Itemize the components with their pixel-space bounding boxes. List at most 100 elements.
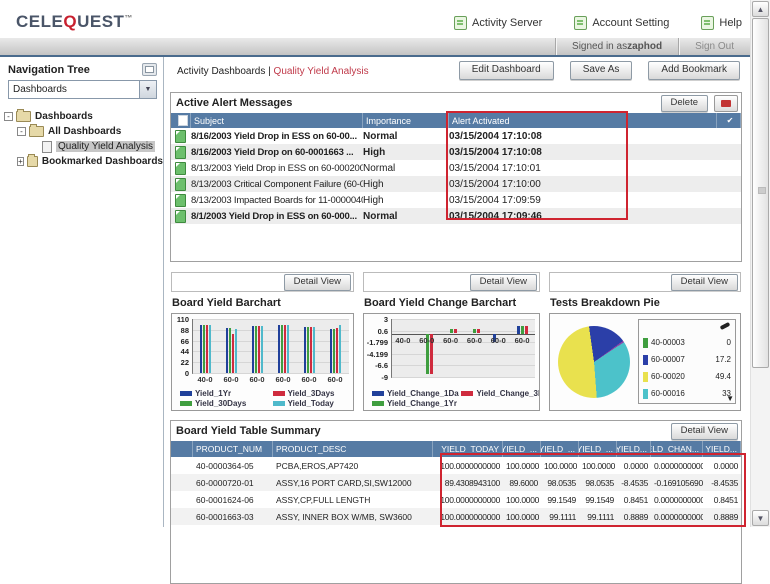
breadcrumb-current: Quality Yield Analysis	[274, 66, 369, 77]
summary-cell: 0.0000000000	[651, 512, 703, 522]
scroll-up-icon[interactable]: ▲	[752, 1, 769, 17]
select-all-column-header[interactable]: ✔	[717, 113, 741, 128]
x-tick-label: 60-0	[486, 336, 510, 345]
alert-row[interactable]: 8/16/2003 Yield Drop in ESS on 60-00...N…	[171, 128, 741, 144]
edit-dashboard-button[interactable]: Edit Dashboard	[459, 61, 554, 80]
summary-cell: ASSY,CP,FULL LENGTH	[273, 495, 433, 505]
alert-icon-cell	[171, 210, 191, 223]
gridline	[392, 354, 535, 355]
save-as-button[interactable]: Save As	[570, 61, 633, 80]
breadcrumb-root[interactable]: Activity Dashboards	[177, 66, 265, 77]
x-tick-label: 60-0	[463, 336, 487, 345]
summary-column-header[interactable]: YIELD_TODAY	[433, 441, 503, 457]
summary-column-header[interactable]: YIELD...	[617, 441, 651, 457]
bar	[209, 325, 211, 373]
account-setting-link[interactable]: Account Setting	[574, 16, 669, 30]
alert-row[interactable]: 8/13/2003 Yield Drop in ESS on 60-000200…	[171, 160, 741, 176]
alert-message-icon	[175, 210, 186, 223]
scroll-down-icon[interactable]: ▼	[752, 510, 769, 526]
legend-label: Yield_Change_1Yr	[387, 399, 457, 408]
detail-bar: Detail View	[171, 272, 354, 292]
tree-mode-dropdown[interactable]: Dashboards ▼	[8, 80, 157, 99]
summary-cell: 0.0000000000	[651, 495, 703, 505]
alert-row[interactable]: 8/13/2003 Impacted Boards for 11-0000040…	[171, 192, 741, 208]
summary-cell: 99.1111	[541, 512, 579, 522]
vertical-scrollbar[interactable]: ▲ ▼	[750, 0, 770, 527]
detail-view-button[interactable]: Detail View	[671, 274, 738, 291]
tree-item[interactable]: +Bookmarked Dashboards	[0, 154, 163, 169]
subject-column-header[interactable]: Subject	[191, 113, 363, 128]
bar	[252, 326, 254, 373]
summary-row[interactable]: 60-0000720-01ASSY,16 PORT CARD,SI,SW1200…	[171, 474, 741, 491]
alert-row[interactable]: 8/13/2003 Critical Component Failure (60…	[171, 176, 741, 192]
summary-cell: 89.6000	[503, 478, 541, 488]
pie-legend-item[interactable]: 60-0001633	[640, 385, 734, 402]
summary-cell: 100.0000	[503, 461, 541, 471]
summary-column-header[interactable]: YIELD_CHAN...	[651, 441, 703, 457]
alert-row[interactable]: 8/1/2003 Yield Drop in ESS on 60-000...N…	[171, 208, 741, 224]
summary-cell: 89.4308943100	[433, 478, 503, 488]
legend-item: Yield_Change_1Yr	[372, 399, 459, 408]
minimize-icon	[721, 100, 731, 107]
chevron-down-icon[interactable]: ▼	[139, 81, 156, 98]
gridline	[193, 373, 349, 374]
chart-plot-area	[192, 319, 349, 374]
expand-icon[interactable]: +	[17, 157, 24, 166]
pie-legend-item[interactable]: 60-0000717.2	[640, 351, 734, 368]
bar	[261, 326, 263, 373]
bar	[232, 334, 234, 373]
importance-column-header[interactable]: Importance	[363, 113, 449, 128]
summary-column-header[interactable]: YIELD_...	[503, 441, 541, 457]
activity-server-link[interactable]: Activity Server	[454, 16, 542, 30]
detail-view-button[interactable]: Detail View	[284, 274, 351, 291]
add-bookmark-button[interactable]: Add Bookmark	[648, 61, 740, 80]
detail-view-button[interactable]: Detail View	[470, 274, 537, 291]
summary-column-header[interactable]: PRODUCT_DESC	[273, 441, 433, 457]
tree-item[interactable]: -All Dashboards	[0, 124, 163, 139]
legend-tool-icon[interactable]	[720, 322, 731, 330]
alert-importance: Normal	[363, 131, 449, 142]
summary-column-header[interactable]: PRODUCT_NUM	[193, 441, 273, 457]
pie-legend-item[interactable]: 40-000030	[640, 334, 734, 351]
summary-row[interactable]: 60-0001663-03ASSY, INNER BOX W/MB, SW360…	[171, 508, 741, 525]
summary-row[interactable]: 40-0000364-05PCBA,EROS,AP7420100.0000000…	[171, 457, 741, 474]
bar	[226, 328, 228, 373]
alert-subject: 8/13/2003 Yield Drop in ESS on 60-000200…	[191, 163, 363, 174]
detail-bar: Detail View	[363, 272, 540, 292]
pie-legend-item[interactable]: 60-0002049.4	[640, 368, 734, 385]
alert-type-column-header[interactable]	[171, 113, 191, 128]
summary-cell: 100.0000	[541, 461, 579, 471]
sign-out-button[interactable]: Sign Out	[678, 38, 750, 55]
summary-row[interactable]: 60-0001624-06ASSY,CP,FULL LENGTH100.0000…	[171, 491, 741, 508]
summary-column-header[interactable]: YIELD_...	[541, 441, 579, 457]
summary-column-header[interactable]: YIELD...	[703, 441, 741, 457]
bar	[281, 325, 283, 373]
legend-scroll-down-icon[interactable]: ▼	[726, 394, 734, 403]
help-link[interactable]: Help	[701, 16, 742, 30]
bar	[307, 327, 309, 373]
collapse-icon[interactable]: -	[4, 112, 13, 121]
legend-value: 49.4	[715, 372, 731, 381]
collapse-panel-button[interactable]	[714, 95, 738, 112]
x-tick-label: 60-0	[322, 375, 348, 384]
legend-item: Yield_1Yr	[180, 389, 271, 398]
alert-row[interactable]: 8/16/2003 Yield Drop on 60-0001663 ...Hi…	[171, 144, 741, 160]
summary-column-header[interactable]: YIELD_...	[579, 441, 617, 457]
y-tick-label: 0.6	[364, 327, 388, 336]
sign-out-label: Sign Out	[695, 41, 734, 52]
tree-item[interactable]: -Dashboards	[0, 109, 163, 124]
detail-view-button[interactable]: Detail View	[671, 423, 738, 440]
board-yield-barchart: 11088664422040-060-060-060-060-060-0Yiel…	[171, 313, 354, 411]
legend-value: 17.2	[715, 355, 731, 364]
x-tick-label: 60-0	[296, 375, 322, 384]
collapse-icon[interactable]: -	[17, 127, 26, 136]
panel-window-icon[interactable]	[142, 63, 157, 76]
legend-swatch	[643, 389, 648, 399]
delete-button[interactable]: Delete	[661, 95, 708, 112]
alert-activated-column-header[interactable]: Alert Activated	[449, 113, 717, 128]
bar	[310, 327, 312, 373]
tree-item[interactable]: Quality Yield Analysis	[0, 139, 163, 154]
alerts-table-body: 8/16/2003 Yield Drop in ESS on 60-00...N…	[171, 128, 741, 224]
scrollbar-thumb[interactable]	[752, 18, 769, 368]
summary-column-header[interactable]	[171, 441, 193, 457]
